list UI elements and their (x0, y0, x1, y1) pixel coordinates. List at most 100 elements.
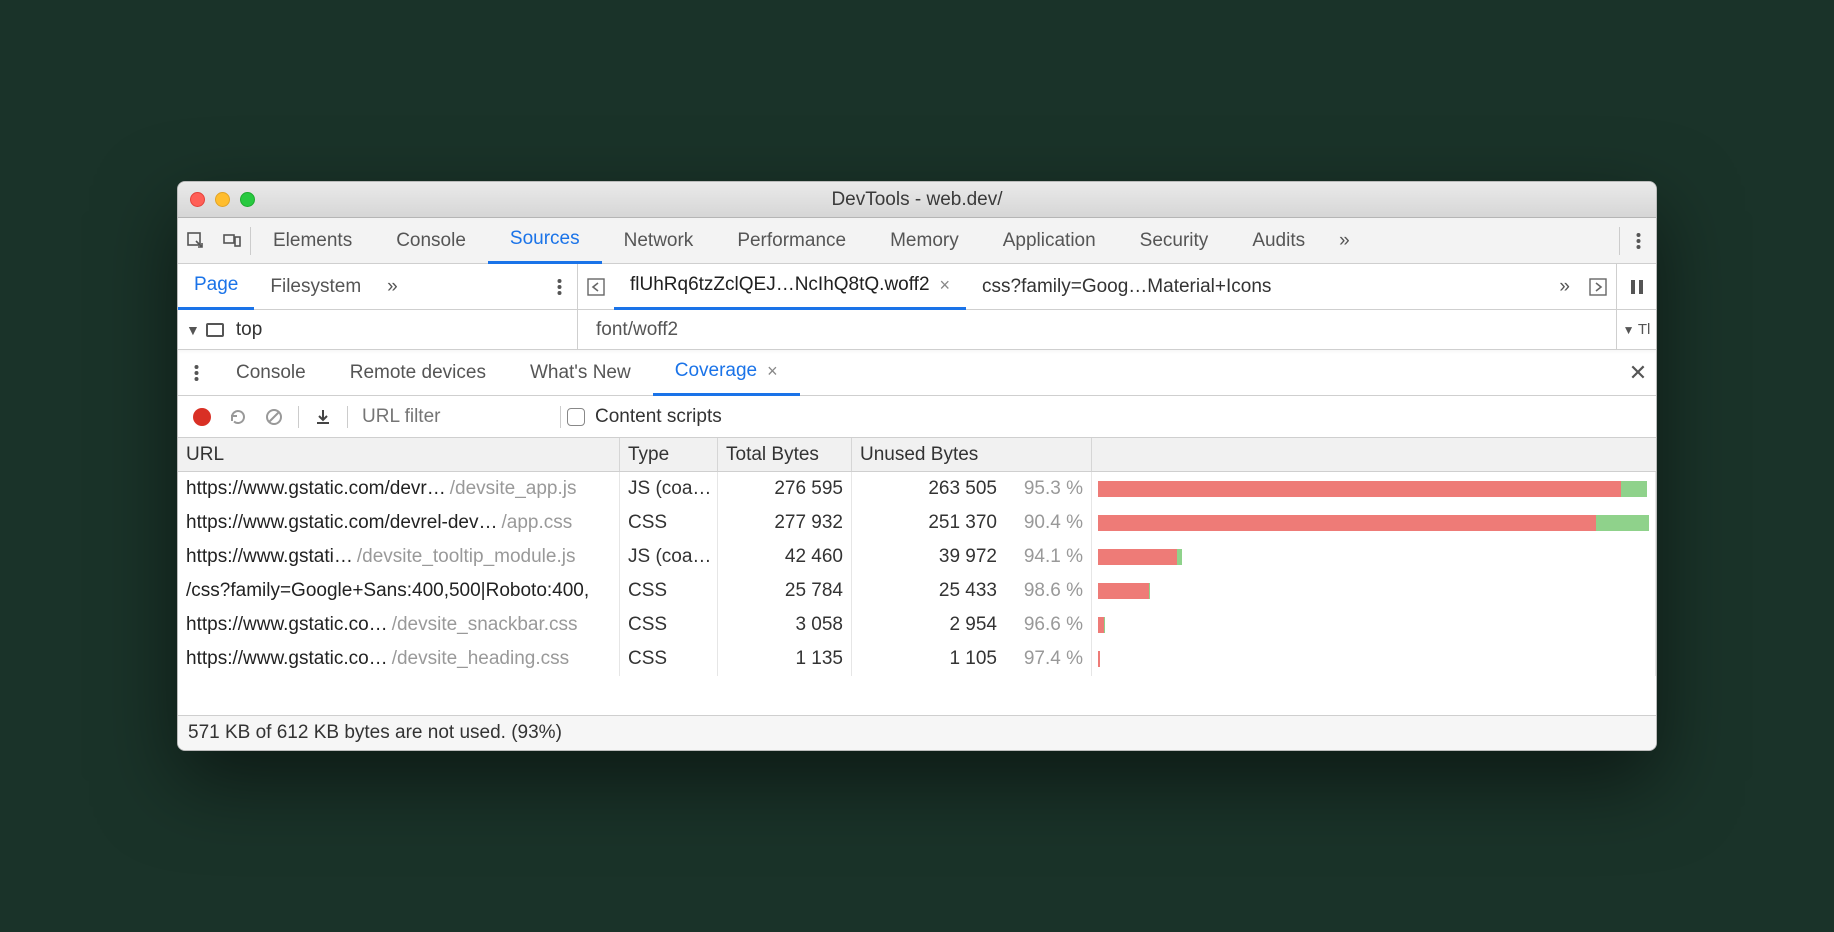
used-bar (1596, 515, 1649, 531)
separator (298, 406, 299, 428)
tab-network[interactable]: Network (602, 218, 716, 264)
table-row[interactable]: https://www.gstatic.com/devrel-dev…/app.… (178, 506, 1656, 540)
frame-icon (206, 323, 224, 337)
col-header-unused[interactable]: Unused Bytes (852, 438, 1092, 471)
table-row[interactable]: https://www.gstatic.co…/devsite_heading.… (178, 642, 1656, 676)
cell-type: CSS (620, 574, 718, 608)
table-row[interactable]: https://www.gstatic.com/devr…/devsite_ap… (178, 472, 1656, 506)
table-row[interactable]: https://www.gstatic.co…/devsite_snackbar… (178, 608, 1656, 642)
tab-console[interactable]: Console (374, 218, 488, 264)
tab-sources[interactable]: Sources (488, 218, 602, 264)
cell-type: CSS (620, 608, 718, 642)
coverage-status-bar: 571 KB of 612 KB bytes are not used. (93… (178, 716, 1656, 750)
cell-usage-bar (1092, 540, 1656, 574)
col-header-total[interactable]: Total Bytes (718, 438, 852, 471)
filesystem-tab[interactable]: Filesystem (254, 264, 377, 310)
cell-total-bytes: 277 932 (718, 506, 852, 540)
cell-url: https://www.gstati…/devsite_tooltip_modu… (178, 540, 620, 574)
drawer-tab-coverage[interactable]: Coverage× (653, 350, 800, 396)
window-close-button[interactable] (190, 192, 205, 207)
cell-usage-bar (1092, 506, 1656, 540)
cell-total-bytes: 3 058 (718, 608, 852, 642)
cell-url: https://www.gstatic.co…/devsite_snackbar… (178, 608, 620, 642)
cell-unused-bytes: 25 43398.6 % (852, 574, 1092, 608)
cell-url: https://www.gstatic.com/devr…/devsite_ap… (178, 472, 620, 506)
separator (347, 406, 348, 428)
sources-content: ▼ top font/woff2 ▼ Tl (178, 310, 1656, 350)
close-icon[interactable]: × (767, 361, 778, 382)
tab-security[interactable]: Security (1118, 218, 1231, 264)
table-row[interactable]: https://www.gstati…/devsite_tooltip_modu… (178, 540, 1656, 574)
export-icon[interactable] (305, 408, 341, 426)
tab-application[interactable]: Application (981, 218, 1118, 264)
threads-label: Tl (1638, 321, 1651, 338)
used-bar (1621, 481, 1647, 497)
content-scripts-checkbox[interactable] (567, 408, 585, 426)
sources-tabstrip: Page Filesystem » flUhRq6tzZclQEJ…NcIhQ8… (178, 264, 1656, 310)
page-tab[interactable]: Page (178, 264, 254, 310)
editor-mime-line: font/woff2 (596, 319, 678, 341)
drawer-menu-icon[interactable] (178, 355, 214, 391)
device-toggle-icon[interactable] (214, 223, 250, 259)
tab-elements[interactable]: Elements (251, 218, 374, 264)
cell-type: JS (coa… (620, 472, 718, 506)
kebab-menu-icon[interactable] (1620, 223, 1656, 259)
drawer-tab-remote-devices[interactable]: Remote devices (328, 350, 508, 396)
inspect-element-icon[interactable] (178, 223, 214, 259)
coverage-table-header: URL Type Total Bytes Unused Bytes (178, 438, 1656, 472)
cell-unused-bytes: 251 37090.4 % (852, 506, 1092, 540)
coverage-toolbar: Content scripts (178, 396, 1656, 438)
navigator-overflow[interactable]: » (377, 264, 408, 310)
navigator-tabs: Page Filesystem » (178, 264, 578, 309)
cell-usage-bar (1092, 472, 1656, 506)
cell-url: /css?family=Google+Sans:400,500|Roboto:4… (178, 574, 620, 608)
drawer-close-icon[interactable]: ✕ (1620, 355, 1656, 391)
cell-total-bytes: 25 784 (718, 574, 852, 608)
drawer-tab-console[interactable]: Console (214, 350, 328, 396)
cell-type: CSS (620, 642, 718, 676)
col-header-type[interactable]: Type (620, 438, 718, 471)
coverage-table-body: https://www.gstatic.com/devr…/devsite_ap… (178, 472, 1656, 716)
main-toolbar: ElementsConsoleSourcesNetworkPerformance… (178, 218, 1656, 264)
cell-unused-bytes: 263 50595.3 % (852, 472, 1092, 506)
drawer-tab-what-s-new[interactable]: What's New (508, 350, 653, 396)
tab-memory[interactable]: Memory (868, 218, 981, 264)
drawer-tabstrip: ConsoleRemote devicesWhat's NewCoverage×… (178, 350, 1656, 396)
unused-bar (1098, 549, 1177, 565)
tree-expand-toggle[interactable]: ▼ (186, 322, 200, 338)
file-tab[interactable]: css?family=Goog…Material+Icons (966, 264, 1287, 310)
file-tab[interactable]: flUhRq6tzZclQEJ…NcIhQ8tQ.woff2× (614, 264, 966, 310)
main-tabs-overflow[interactable]: » (1327, 218, 1362, 264)
reload-icon[interactable] (220, 407, 256, 427)
col-header-visualization (1092, 438, 1656, 471)
record-button[interactable] (184, 408, 220, 426)
prev-file-icon[interactable] (578, 269, 614, 305)
cell-usage-bar (1092, 574, 1656, 608)
file-tree: ▼ top (178, 310, 578, 349)
tree-top-label[interactable]: top (236, 319, 262, 341)
clear-icon[interactable] (256, 407, 292, 427)
table-row[interactable]: /css?family=Google+Sans:400,500|Roboto:4… (178, 574, 1656, 608)
tab-audits[interactable]: Audits (1230, 218, 1327, 264)
cell-total-bytes: 42 460 (718, 540, 852, 574)
cell-total-bytes: 276 595 (718, 472, 852, 506)
debugger-pause-button[interactable] (1616, 264, 1656, 309)
cell-usage-bar (1092, 608, 1656, 642)
close-icon[interactable]: × (940, 275, 951, 296)
tab-performance[interactable]: Performance (715, 218, 868, 264)
cell-unused-bytes: 2 95496.6 % (852, 608, 1092, 642)
unused-bar (1098, 481, 1621, 497)
open-files-overflow[interactable]: » (1549, 264, 1580, 310)
url-filter-input[interactable] (354, 402, 554, 432)
used-bar (1177, 549, 1182, 565)
window-maximize-button[interactable] (240, 192, 255, 207)
window-minimize-button[interactable] (215, 192, 230, 207)
traffic-lights (190, 192, 255, 207)
navigator-menu-icon[interactable] (541, 269, 577, 305)
content-scripts-label: Content scripts (595, 406, 722, 428)
titlebar: DevTools - web.dev/ (178, 182, 1656, 218)
col-header-url[interactable]: URL (178, 438, 620, 471)
threads-panel-toggle[interactable]: ▼ Tl (1616, 310, 1656, 349)
coverage-summary-text: 571 KB of 612 KB bytes are not used. (93… (188, 722, 562, 744)
next-file-icon[interactable] (1580, 269, 1616, 305)
